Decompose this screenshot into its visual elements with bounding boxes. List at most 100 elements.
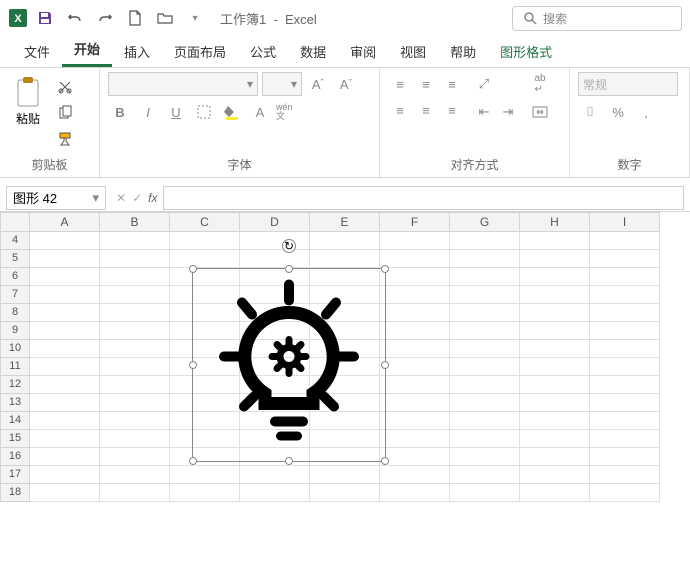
- fx-icon[interactable]: fx: [148, 191, 157, 205]
- rotate-handle-icon[interactable]: ↻: [282, 239, 296, 253]
- cell[interactable]: [170, 232, 240, 250]
- search-box[interactable]: 搜索: [512, 6, 682, 31]
- cell[interactable]: [590, 286, 660, 304]
- cancel-icon[interactable]: ✕: [116, 191, 126, 205]
- increase-font-icon[interactable]: Aˆ: [306, 72, 330, 96]
- italic-button[interactable]: I: [136, 100, 160, 124]
- col-header[interactable]: I: [590, 212, 660, 232]
- align-middle-icon[interactable]: ≡: [414, 72, 438, 96]
- cell[interactable]: [30, 322, 100, 340]
- cell[interactable]: [380, 268, 450, 286]
- cell[interactable]: [100, 376, 170, 394]
- cell[interactable]: [30, 466, 100, 484]
- row-header[interactable]: 10: [0, 340, 30, 358]
- cell[interactable]: [100, 466, 170, 484]
- merge-cells-icon[interactable]: [528, 100, 552, 124]
- cell[interactable]: [450, 304, 520, 322]
- orientation-icon[interactable]: ⤢: [472, 72, 496, 96]
- row-header[interactable]: 12: [0, 376, 30, 394]
- open-folder-icon[interactable]: [152, 5, 178, 31]
- tab-data[interactable]: 数据: [288, 36, 338, 67]
- cell[interactable]: [590, 340, 660, 358]
- row-header[interactable]: 4: [0, 232, 30, 250]
- cell[interactable]: [100, 250, 170, 268]
- bold-button[interactable]: B: [108, 100, 132, 124]
- cell[interactable]: [100, 484, 170, 502]
- cell[interactable]: [380, 376, 450, 394]
- shape-selection[interactable]: ↻: [192, 268, 386, 462]
- cell[interactable]: [590, 250, 660, 268]
- cell[interactable]: [240, 484, 310, 502]
- cell[interactable]: [100, 268, 170, 286]
- col-header[interactable]: G: [450, 212, 520, 232]
- cell[interactable]: [100, 358, 170, 376]
- tab-layout[interactable]: 页面布局: [162, 36, 238, 67]
- cell[interactable]: [450, 466, 520, 484]
- select-all-corner[interactable]: [0, 212, 30, 232]
- cell[interactable]: [380, 484, 450, 502]
- cell[interactable]: [450, 250, 520, 268]
- align-left-icon[interactable]: ≡: [388, 98, 412, 122]
- col-header[interactable]: D: [240, 212, 310, 232]
- cell[interactable]: [380, 340, 450, 358]
- cell[interactable]: [30, 340, 100, 358]
- cell[interactable]: [590, 466, 660, 484]
- cell[interactable]: [100, 286, 170, 304]
- col-header[interactable]: H: [520, 212, 590, 232]
- resize-handle-s[interactable]: [285, 457, 293, 465]
- cell[interactable]: [310, 466, 380, 484]
- cell[interactable]: [100, 394, 170, 412]
- cell[interactable]: [30, 376, 100, 394]
- cell[interactable]: [310, 232, 380, 250]
- cell[interactable]: [30, 484, 100, 502]
- col-header[interactable]: B: [100, 212, 170, 232]
- cut-icon[interactable]: [54, 76, 76, 98]
- resize-handle-nw[interactable]: [189, 265, 197, 273]
- cell[interactable]: [520, 466, 590, 484]
- cell[interactable]: [590, 484, 660, 502]
- cell[interactable]: [30, 268, 100, 286]
- cell[interactable]: [380, 394, 450, 412]
- qat-customize-icon[interactable]: ▾: [182, 5, 208, 31]
- cell[interactable]: [590, 412, 660, 430]
- align-bottom-icon[interactable]: ≡: [440, 72, 464, 96]
- resize-handle-ne[interactable]: [381, 265, 389, 273]
- col-header[interactable]: F: [380, 212, 450, 232]
- cell[interactable]: [100, 232, 170, 250]
- col-header[interactable]: E: [310, 212, 380, 232]
- cell[interactable]: [520, 412, 590, 430]
- align-center-icon[interactable]: ≡: [414, 98, 438, 122]
- lightbulb-gear-icon[interactable]: [214, 279, 364, 452]
- cell[interactable]: [380, 448, 450, 466]
- decrease-font-icon[interactable]: Aˇ: [334, 72, 358, 96]
- cell[interactable]: [590, 232, 660, 250]
- cell[interactable]: [450, 232, 520, 250]
- row-header[interactable]: 16: [0, 448, 30, 466]
- cell[interactable]: [450, 268, 520, 286]
- cell[interactable]: [380, 232, 450, 250]
- cell[interactable]: [30, 232, 100, 250]
- cell[interactable]: [30, 412, 100, 430]
- cell[interactable]: [380, 322, 450, 340]
- tab-file[interactable]: 文件: [12, 36, 62, 67]
- name-box[interactable]: 图形 42▾: [6, 186, 106, 210]
- cell[interactable]: [520, 358, 590, 376]
- redo-icon[interactable]: [92, 5, 118, 31]
- cell[interactable]: [520, 376, 590, 394]
- cell[interactable]: [520, 430, 590, 448]
- row-header[interactable]: 9: [0, 322, 30, 340]
- cell[interactable]: [520, 340, 590, 358]
- font-color-button[interactable]: A: [248, 100, 272, 124]
- border-button[interactable]: [192, 100, 216, 124]
- copy-icon[interactable]: [54, 102, 76, 124]
- cell[interactable]: [450, 322, 520, 340]
- align-top-icon[interactable]: ≡: [388, 72, 412, 96]
- cell[interactable]: [170, 484, 240, 502]
- cell[interactable]: [30, 430, 100, 448]
- cell[interactable]: [520, 448, 590, 466]
- save-icon[interactable]: [32, 5, 58, 31]
- cell[interactable]: [450, 430, 520, 448]
- cell[interactable]: [520, 394, 590, 412]
- cell[interactable]: [380, 358, 450, 376]
- cell[interactable]: [240, 466, 310, 484]
